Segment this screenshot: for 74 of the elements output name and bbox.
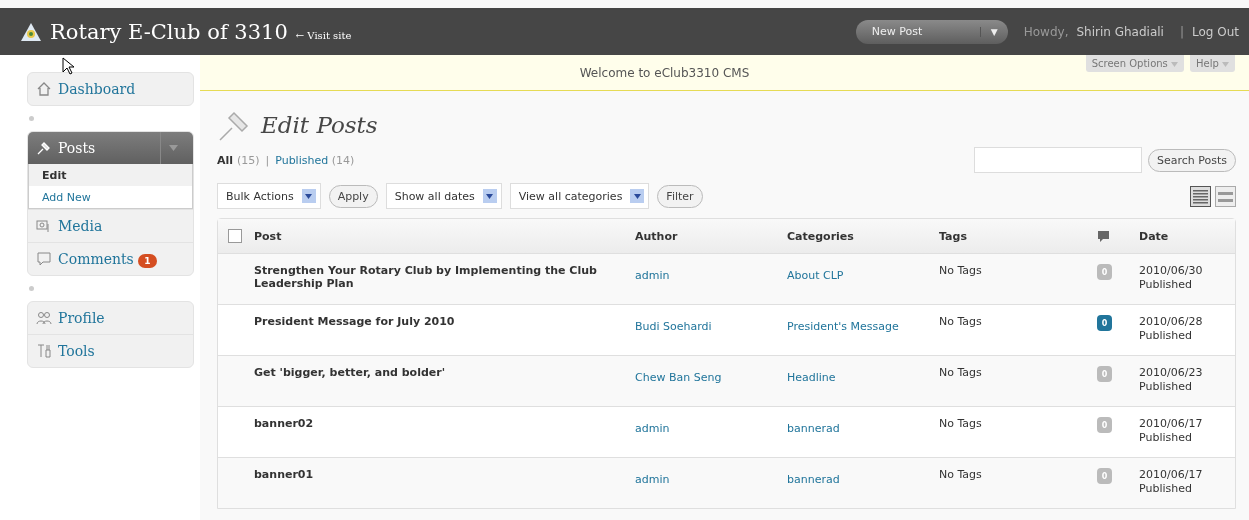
screen-options-tab[interactable]: Screen Options [1085, 55, 1184, 72]
search-field[interactable] [973, 147, 1142, 173]
date-cell-text: 2010/06/17 Published [1139, 417, 1204, 445]
users-icon [36, 310, 52, 326]
post-title-link[interactable]: banner01 [254, 468, 635, 481]
media-icon [36, 218, 52, 234]
page-title: Edit Posts [261, 112, 378, 138]
dropdown-select[interactable]: View all categories [509, 183, 650, 209]
home-icon [36, 81, 52, 97]
greeting-text: Howdy, [1023, 24, 1069, 39]
date-cell-text: 2010/06/23 Published [1139, 366, 1204, 394]
category-link[interactable]: President's Message [787, 320, 899, 333]
post-title-link[interactable]: President Message for July 2010 [254, 315, 635, 328]
filter-link[interactable]: All (15) [217, 153, 260, 167]
menu-item[interactable]: Dashboard [28, 73, 193, 105]
action-button[interactable]: Apply [328, 184, 378, 208]
welcome-notice: Welcome to eClub3310 CMS [578, 65, 751, 80]
speech-bubble-icon [36, 251, 52, 267]
site-title: Rotary E-Club of 3310 [50, 19, 288, 44]
menu-item[interactable]: Profile [28, 302, 193, 334]
post-title-link[interactable]: Strengthen Your Rotary Club by Implementing the Club Leadership Plan [254, 264, 635, 290]
logo-icon [20, 21, 42, 42]
category-link[interactable]: bannerad [787, 473, 840, 486]
separator-text: | [265, 153, 270, 167]
select-all-checkbox[interactable] [228, 229, 242, 243]
author-link[interactable]: admin [635, 422, 670, 435]
list-view-icon[interactable] [1190, 185, 1211, 207]
column-header[interactable]: Categories [787, 229, 939, 243]
menu-item[interactable]: Comments 1 [28, 242, 193, 275]
action-button[interactable]: Filter [657, 184, 703, 208]
tags-cell-text: No Tags [939, 468, 983, 481]
caret-icon [1222, 62, 1229, 67]
menu-item[interactable]: Tools [28, 334, 193, 367]
caret-icon [486, 193, 494, 199]
date-cell-text: 2010/06/30 Published [1139, 264, 1204, 292]
date-cell-text: 2010/06/17 Published [1139, 468, 1204, 496]
dropdown-select[interactable]: Show all dates [385, 183, 502, 209]
author-link[interactable]: Budi Soehardi [635, 320, 712, 333]
column-header[interactable]: Post [254, 229, 635, 243]
author-link[interactable]: admin [635, 269, 670, 282]
separator-text: | [1179, 24, 1184, 39]
logout-link[interactable]: Log Out [1192, 24, 1239, 39]
author-link[interactable]: Chew Ban Seng [635, 371, 722, 384]
tags-cell-text: No Tags [939, 417, 983, 430]
date-cell-text: 2010/06/28 Published [1139, 315, 1204, 343]
visit-site-link[interactable]: ← Visit site [295, 30, 352, 41]
tags-cell-text: No Tags [939, 315, 983, 328]
caret-icon [633, 193, 641, 199]
menu-item[interactable]: Media [28, 209, 193, 242]
category-link[interactable]: About CLP [787, 269, 844, 282]
column-header[interactable]: Date [1139, 229, 1235, 243]
post-title-link[interactable]: banner02 [254, 417, 635, 430]
submenu-item[interactable]: Edit [29, 164, 192, 186]
dropdown-select[interactable]: Bulk Actions [217, 183, 321, 209]
comment-count-bubble[interactable]: 0 [1097, 315, 1112, 331]
tools-icon [36, 343, 52, 359]
search-button[interactable]: Search Posts [1147, 148, 1236, 172]
author-link[interactable]: admin [635, 473, 670, 486]
help-tab[interactable]: Help [1190, 55, 1235, 72]
filter-link[interactable]: Published (14) [275, 153, 355, 167]
new-post-button[interactable]: New Post ▼ [855, 19, 1008, 44]
category-link[interactable]: bannerad [787, 422, 840, 435]
category-link[interactable]: Headline [787, 371, 836, 384]
user-name-link[interactable]: Shirin Ghadiali [1076, 24, 1164, 39]
caret-icon [1171, 62, 1178, 67]
column-header[interactable]: Author [635, 229, 787, 243]
comment-icon [1097, 229, 1110, 243]
tags-cell-text: No Tags [939, 366, 983, 379]
count-badge: 1 [138, 254, 157, 268]
post-title-link[interactable]: Get 'bigger, better, and bolder' [254, 366, 635, 379]
tags-cell-text: No Tags [939, 264, 983, 277]
caret-icon [305, 193, 313, 199]
column-header[interactable]: Tags [939, 229, 1089, 243]
menu-item[interactable]: Posts [28, 132, 193, 164]
